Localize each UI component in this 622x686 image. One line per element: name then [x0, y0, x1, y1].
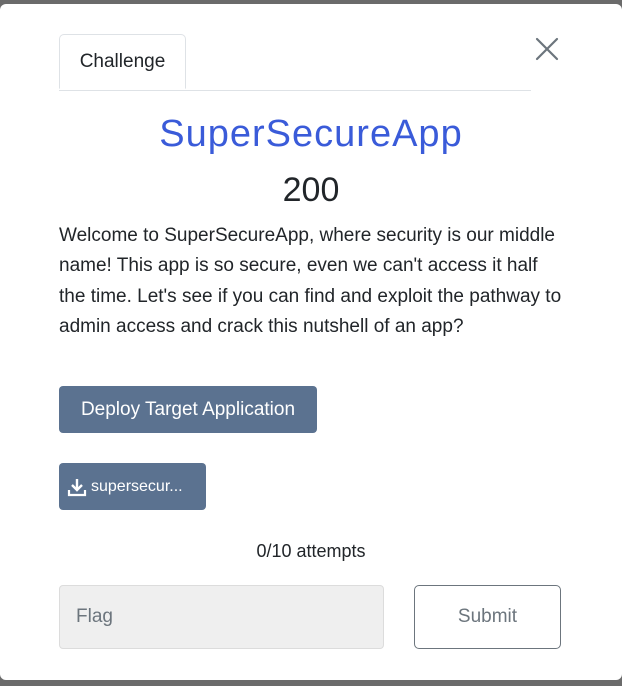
challenge-modal: Challenge SuperSecureApp 200 Welcome to …	[0, 4, 622, 680]
challenge-description: Welcome to SuperSecureApp, where securit…	[59, 225, 562, 337]
close-icon	[535, 37, 559, 61]
attempts-counter: 0/10 attempts	[256, 541, 366, 561]
deploy-target-label: Deploy Target Application	[80, 398, 296, 420]
download-file-button[interactable]: supersecur...	[59, 463, 206, 510]
download-icon	[67, 478, 87, 496]
tab-bar: Challenge	[59, 34, 531, 91]
tab-challenge-label: Challenge	[79, 50, 166, 72]
submit-label: Submit	[457, 606, 518, 627]
file-name: supersecur...	[91, 477, 183, 495]
challenge-title: SuperSecureApp	[159, 113, 463, 155]
tab-challenge[interactable]: Challenge	[59, 34, 186, 89]
flag-input[interactable]	[59, 585, 384, 649]
submit-button[interactable]: Submit	[414, 585, 561, 649]
close-button[interactable]	[532, 34, 562, 64]
deploy-target-button[interactable]: Deploy Target Application	[59, 386, 317, 433]
challenge-points: 200	[282, 171, 340, 209]
